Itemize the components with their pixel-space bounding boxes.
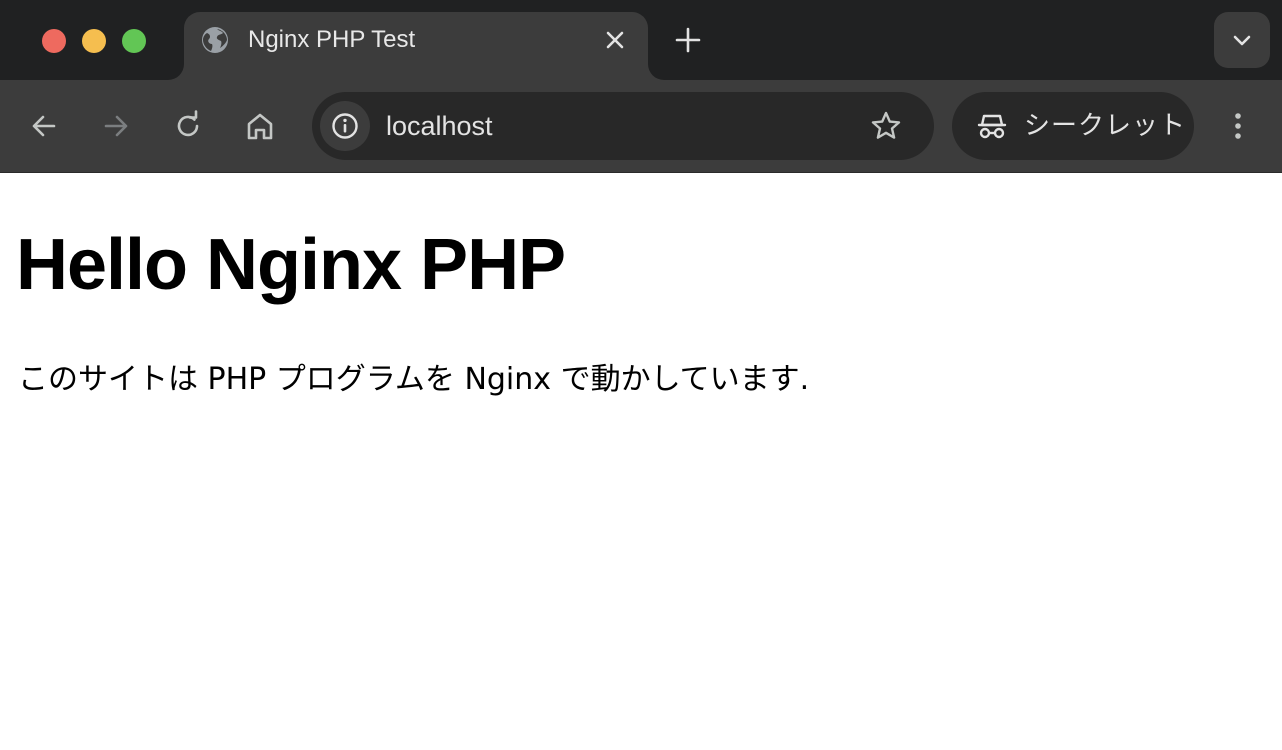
chevron-down-icon — [1233, 35, 1251, 46]
browser-window: Nginx PHP Test localhost シークレット Hello Ng… — [0, 0, 1282, 750]
incognito-icon — [974, 108, 1010, 144]
tab-title: Nginx PHP Test — [248, 26, 416, 53]
page-paragraph: このサイトは PHP プログラムを Nginx で動かしています. — [18, 362, 810, 397]
tab-search-button[interactable] — [1214, 12, 1270, 68]
star-icon[interactable] — [868, 108, 904, 144]
address-bar[interactable]: localhost — [312, 92, 934, 160]
minimize-window-button[interactable] — [82, 29, 106, 53]
incognito-button[interactable]: シークレット — [952, 92, 1194, 160]
tab-active[interactable]: Nginx PHP Test — [184, 12, 648, 80]
close-window-button[interactable] — [42, 29, 66, 53]
close-icon[interactable] — [602, 27, 628, 53]
reload-icon[interactable] — [170, 108, 206, 144]
home-icon[interactable] — [242, 108, 278, 144]
kebab-menu-icon[interactable] — [1222, 108, 1254, 144]
globe-icon — [200, 25, 230, 55]
tab-strip: Nginx PHP Test — [0, 0, 1282, 80]
page-heading: Hello Nginx PHP — [16, 225, 566, 305]
url-text[interactable]: localhost — [386, 110, 493, 142]
plus-icon[interactable] — [672, 24, 704, 56]
site-info-button[interactable] — [320, 101, 370, 151]
page-content: Hello Nginx PHP このサイトは PHP プログラムを Nginx … — [0, 174, 1282, 750]
arrow-right-icon[interactable] — [98, 108, 134, 144]
incognito-label: シークレット — [1024, 111, 1187, 141]
arrow-left-icon[interactable] — [26, 108, 62, 144]
zoom-window-button[interactable] — [122, 29, 146, 53]
info-icon — [332, 113, 358, 139]
toolbar: localhost シークレット — [0, 80, 1282, 173]
